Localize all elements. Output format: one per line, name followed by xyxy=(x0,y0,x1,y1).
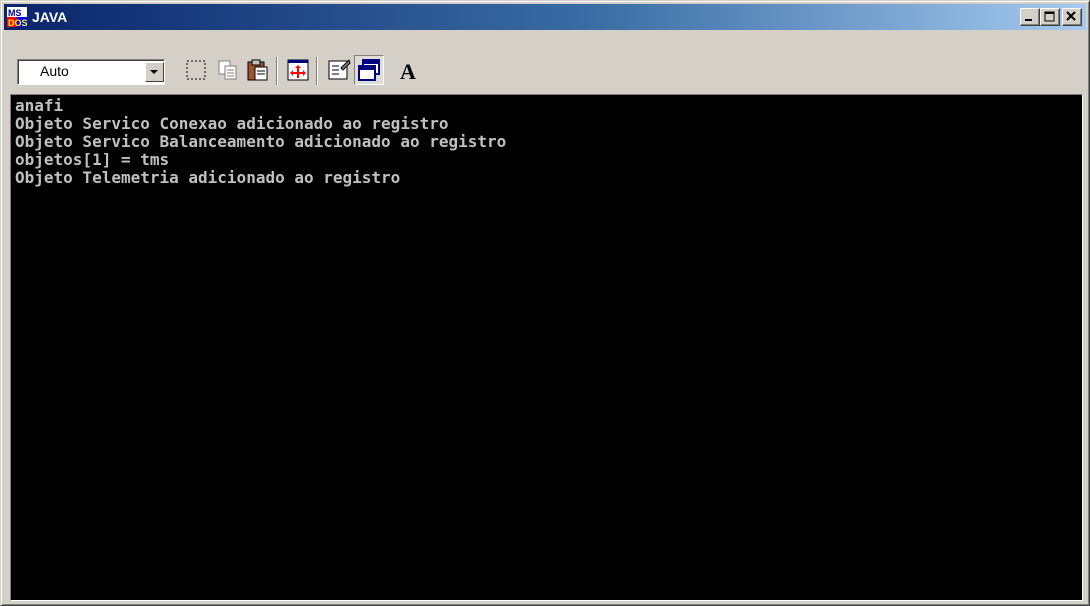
console-line: objetos[1] = tms xyxy=(15,150,170,169)
font-size-value: Auto xyxy=(40,63,69,79)
paste-icon xyxy=(247,59,268,81)
maximize-icon xyxy=(1044,11,1055,22)
properties-icon xyxy=(328,59,351,80)
title-bar[interactable]: MS DOS JAVA xyxy=(4,4,1086,30)
maximize-button[interactable] xyxy=(1040,8,1060,26)
console-line: Objeto Servico Conexao adicionado ao reg… xyxy=(15,114,449,133)
console-line: Objeto Servico Balanceamento adicionado … xyxy=(15,132,507,151)
toolbar-separator xyxy=(276,57,278,85)
svg-text:MS: MS xyxy=(8,8,22,18)
properties-button[interactable] xyxy=(324,55,354,85)
background-icon xyxy=(358,59,380,81)
font-icon: A xyxy=(400,59,416,82)
fullscreen-icon xyxy=(287,59,309,81)
mark-button[interactable] xyxy=(181,55,211,85)
close-button[interactable] xyxy=(1062,8,1082,26)
console-line: anafi xyxy=(15,96,64,115)
mark-icon xyxy=(186,60,206,80)
svg-text:A: A xyxy=(400,59,416,82)
font-button[interactable]: A xyxy=(394,55,424,85)
close-icon xyxy=(1066,11,1076,21)
console-toolbar: Auto A xyxy=(4,32,1086,92)
minimize-icon xyxy=(1025,19,1032,21)
dropdown-button[interactable] xyxy=(145,62,164,82)
background-button[interactable] xyxy=(354,55,384,85)
chevron-down-icon xyxy=(150,70,158,74)
paste-button[interactable] xyxy=(243,55,273,85)
toolbar-separator xyxy=(316,57,318,85)
window-title: JAVA xyxy=(32,9,68,25)
fullscreen-button[interactable] xyxy=(283,55,313,85)
font-size-select[interactable]: Auto xyxy=(17,59,165,85)
console-output[interactable]: anafi Objeto Servico Conexao adicionado … xyxy=(10,94,1083,601)
dos-console-window: MS DOS JAVA Auto A anafi Objeto Servico … xyxy=(0,0,1090,606)
ms-dos-icon: MS DOS xyxy=(7,7,27,27)
console-lines: anafi Objeto Servico Conexao adicionado … xyxy=(11,97,506,187)
svg-text:DOS: DOS xyxy=(8,18,27,27)
copy-icon xyxy=(218,60,237,80)
copy-button[interactable] xyxy=(213,55,243,85)
console-line: Objeto Telemetria adicionado ao registro xyxy=(15,168,401,187)
minimize-button[interactable] xyxy=(1020,8,1040,26)
